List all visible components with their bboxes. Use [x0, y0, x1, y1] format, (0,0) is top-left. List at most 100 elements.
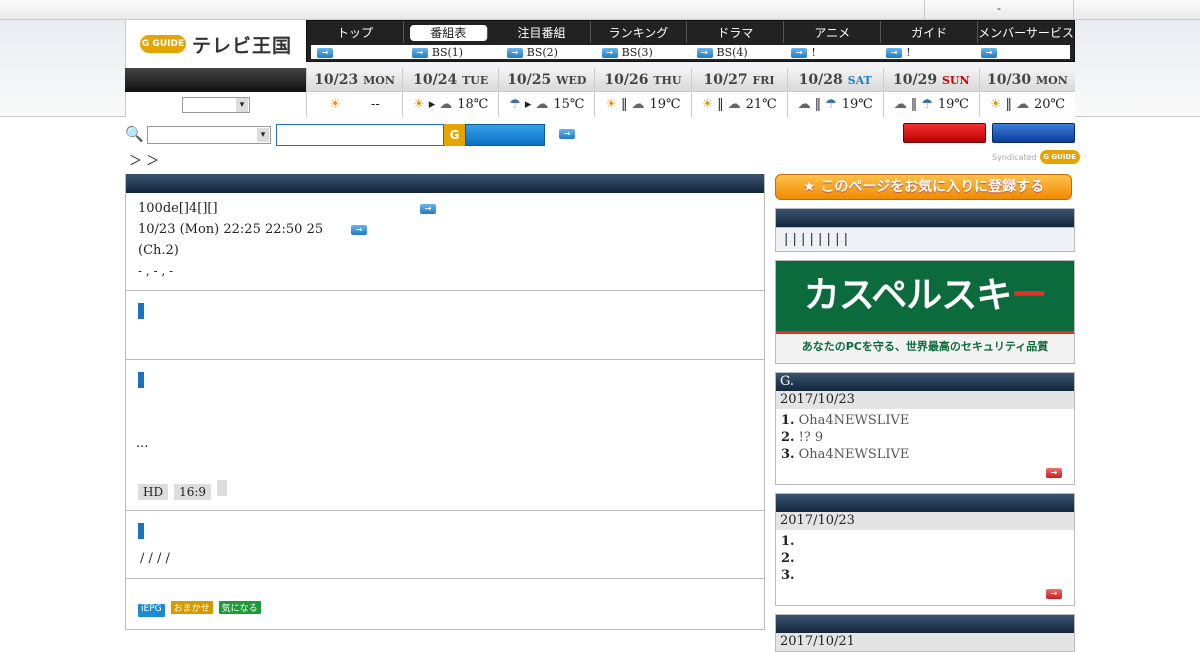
area-select[interactable]: [182, 96, 250, 113]
ranking-list-1: 1. Oha4NEWSLIVE 2.!? 9 3. Oha4NEWSLIVE: [776, 409, 1074, 463]
day-column[interactable]: 10/30 MON ☀ ‖ ☁ 20℃: [978, 68, 1075, 117]
nav-sub-arrow-icon: →: [506, 47, 523, 58]
add-favorite-button[interactable]: ★ このページをお気に入りに登録する: [775, 174, 1072, 200]
day-temperature: 15℃: [553, 97, 585, 112]
title-link-arrow-icon[interactable]: →: [420, 204, 436, 214]
day-column[interactable]: 10/24 TUE ☀ ▸ ☁ 18℃: [402, 68, 499, 117]
nav-item-4[interactable]: ドラマ: [687, 21, 785, 43]
day-column[interactable]: 10/27 FRI ☀ ‖ ☁ 21℃: [690, 68, 787, 117]
ad-brand-dash: ー: [1011, 275, 1047, 316]
program-genre: / / / /: [140, 551, 170, 566]
nav-item-2[interactable]: 注目番組: [494, 21, 591, 43]
day-weather: ☀ ‖ ☁ 21℃: [691, 92, 787, 117]
day-weekday: SAT: [847, 74, 872, 87]
date-strip: 10/23 MON☀--10/24 TUE☀▸☁18℃10/25 WED☂▸☁1…: [125, 68, 1075, 117]
ranking-item[interactable]: 1.: [781, 533, 1069, 550]
syndicated-badge: Syndicated G GUIDE: [992, 150, 1080, 164]
nav-subbar: → → BS(1) → BS(2) → BS(3) → BS(4) →! →! →: [311, 45, 1070, 59]
panel-1-links[interactable]: | | | | | | | |: [776, 227, 1074, 251]
nav-sub-item-5[interactable]: →!: [785, 46, 880, 59]
nav-item-0[interactable]: トップ: [307, 21, 404, 43]
search-category-select[interactable]: [147, 126, 271, 144]
ranking-2-more: →: [776, 584, 1074, 605]
ranking-item[interactable]: 1. Oha4NEWSLIVE: [781, 412, 1069, 429]
section-marker: [138, 303, 144, 319]
kaspersky-ad[interactable]: カスペルスキー あなたのPCを守る、世界最高のセキュリティ品質: [775, 260, 1075, 364]
format-tag: [217, 480, 228, 496]
nav-item-5[interactable]: アニメ: [784, 21, 882, 43]
weather-separator: ▸: [524, 97, 532, 112]
nav-sub-item-2[interactable]: → BS(2): [501, 46, 596, 59]
nav-sub-item-7[interactable]: →: [975, 46, 1070, 59]
action-badge-1[interactable]: おまかせ: [170, 601, 213, 614]
sun-icon: ☀: [413, 97, 425, 112]
nav-item-3[interactable]: ランキング: [591, 21, 688, 43]
g-guide-mark: G GUIDE: [140, 35, 186, 53]
nav-sub-item-1[interactable]: → BS(1): [406, 46, 501, 59]
ranking-panel-3-header: [776, 615, 1074, 633]
ranking-panel-2-header: [776, 494, 1074, 512]
rank-number: 3.: [781, 568, 795, 583]
nav-sub-arrow-icon: →: [317, 47, 333, 58]
weather-separator: ▸: [428, 97, 436, 112]
datetime-link-arrow-icon[interactable]: →: [351, 225, 367, 235]
day-temperature: --: [370, 97, 380, 112]
ranking-panel-1-header: G.: [776, 373, 1074, 391]
day-weekday: TUE: [462, 74, 489, 87]
nav-sub-item-4[interactable]: → BS(4): [691, 46, 786, 59]
day-column[interactable]: 10/29 SUN ☁ ‖ ☂ 19℃: [882, 68, 979, 117]
nav-sub-label: !: [811, 45, 816, 59]
nav-menu: トップ 番組表 注目番組 ランキング ドラマ アニメ ガイド メンバーサービス: [307, 21, 1074, 43]
ranking-item[interactable]: 3.: [781, 567, 1069, 584]
ranking-item[interactable]: 2.: [781, 550, 1069, 567]
search-go-arrow-icon[interactable]: →: [559, 129, 575, 139]
sun-icon: ☀: [989, 97, 1002, 112]
ranking-panel-1-date: 2017/10/23: [776, 391, 1074, 409]
day-weather: ☀ --: [307, 92, 403, 117]
day-column[interactable]: 10/26 THU ☀ ‖ ☁ 19℃: [594, 68, 691, 117]
more-arrow-icon[interactable]: →: [1046, 467, 1062, 478]
search-input[interactable]: [276, 124, 444, 146]
day-column[interactable]: 10/28 SAT ☁ ‖ ☂ 19℃: [786, 68, 883, 117]
day-date: 10/24: [413, 72, 458, 88]
more-arrow-icon[interactable]: →: [1046, 588, 1062, 599]
action-badge-0[interactable]: iEPG: [138, 604, 165, 617]
nav-sub-label: BS(4): [716, 45, 748, 59]
nav-item-6[interactable]: ガイド: [881, 21, 979, 43]
red-action-button[interactable]: [903, 123, 986, 143]
ranking-item[interactable]: 2.!? 9: [781, 429, 1069, 446]
ranking-panel-2: 2017/10/23 1. 2. 3. →: [775, 493, 1075, 606]
action-badges: iEPG おまかせ 気になる: [138, 600, 267, 617]
day-weekday: MON: [363, 74, 395, 87]
action-badge-2[interactable]: 気になる: [218, 601, 261, 614]
day-header: 10/23 MON: [307, 68, 403, 92]
nav-sub-arrow-icon: →: [411, 47, 428, 58]
nav-sub-item-3[interactable]: → BS(3): [596, 46, 691, 59]
day-column[interactable]: 10/23 MON ☀ --: [306, 68, 403, 117]
day-temperature: 19℃: [649, 97, 681, 112]
nav-item-1[interactable]: 番組表: [409, 25, 488, 41]
panel-1-header: [776, 209, 1074, 227]
cloud-icon: ☁: [439, 97, 453, 112]
site-logo[interactable]: G GUIDE テレビ王国: [125, 20, 306, 68]
program-section-2: [126, 291, 764, 360]
day-header: 10/24 TUE: [403, 68, 499, 92]
date-strip-dark: [125, 68, 306, 92]
day-weather: ☀ ‖ ☁ 19℃: [595, 92, 691, 117]
g-search-icon[interactable]: G: [444, 124, 465, 146]
nav-sub-item-6[interactable]: →!: [880, 46, 975, 59]
ranking-item[interactable]: 3. Oha4NEWSLIVE: [781, 446, 1069, 463]
blue-action-button[interactable]: [992, 123, 1075, 143]
member-area[interactable]: -: [924, 0, 1074, 20]
nav-sub-item-0[interactable]: →: [311, 46, 406, 59]
day-date: 10/23: [314, 72, 359, 88]
ranking-panel-3: 2017/10/21: [775, 614, 1075, 652]
day-column[interactable]: 10/25 WED ☂ ▸ ☁ 15℃: [498, 68, 595, 117]
ranking-panel-3-date: 2017/10/21: [776, 633, 1074, 651]
nav-item-7[interactable]: メンバーサービス: [978, 21, 1074, 43]
day-date: 10/28: [798, 72, 843, 88]
program-datetime-line: 10/23 (Mon) 22:25 22:50 25: [138, 222, 323, 237]
search-button[interactable]: [465, 124, 545, 146]
date-strip-left: [125, 68, 306, 117]
ranking-1-more: →: [776, 463, 1074, 484]
